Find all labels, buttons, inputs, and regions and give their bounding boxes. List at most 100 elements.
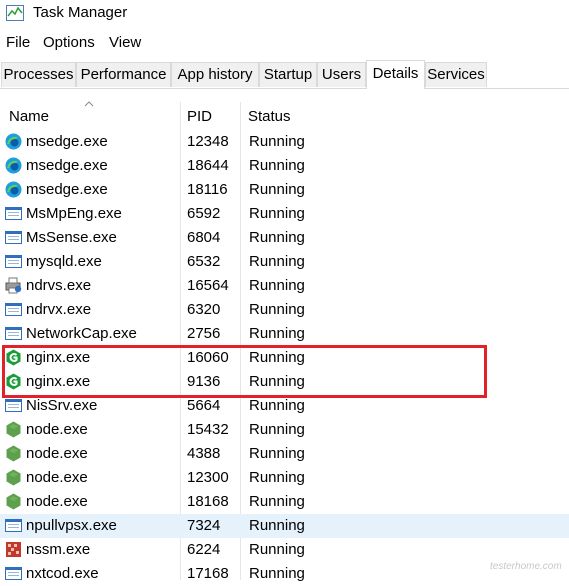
window-icon xyxy=(5,517,22,534)
table-row[interactable]: node.exe 18168 Running xyxy=(0,490,569,514)
process-name: nxtcod.exe xyxy=(26,565,99,582)
menu-view[interactable]: View xyxy=(109,34,141,51)
process-pid: 18644 xyxy=(187,157,229,174)
process-status: Running xyxy=(249,373,305,390)
tab-startup[interactable]: Startup xyxy=(259,62,317,87)
window-icon xyxy=(5,397,22,414)
process-pid: 18168 xyxy=(187,493,229,510)
menu-options[interactable]: Options xyxy=(43,34,95,51)
process-status: Running xyxy=(249,469,305,486)
table-row[interactable]: ndrvx.exe 6320 Running xyxy=(0,298,569,322)
title-bar: Task Manager xyxy=(0,0,569,28)
process-name: node.exe xyxy=(26,421,88,438)
process-status: Running xyxy=(249,133,305,150)
process-name: nssm.exe xyxy=(26,541,91,558)
table-row[interactable]: mysqld.exe 6532 Running xyxy=(0,250,569,274)
process-status: Running xyxy=(249,277,305,294)
process-status: Running xyxy=(249,565,305,582)
tab-bar: Processes Performance App history Startu… xyxy=(0,60,569,89)
process-pid: 6804 xyxy=(187,229,221,246)
process-name: MsSense.exe xyxy=(26,229,117,246)
process-status: Running xyxy=(249,181,305,198)
process-pid: 7324 xyxy=(187,517,221,534)
tab-performance[interactable]: Performance xyxy=(76,62,171,87)
process-name: msedge.exe xyxy=(26,157,108,174)
process-status: Running xyxy=(249,397,305,414)
process-status: Running xyxy=(249,325,305,342)
tab-users[interactable]: Users xyxy=(317,62,366,87)
table-row[interactable]: nginx.exe 16060 Running xyxy=(0,346,569,370)
column-pid[interactable]: PID xyxy=(187,108,212,125)
process-name: node.exe xyxy=(26,469,88,486)
process-name: ndrvs.exe xyxy=(26,277,92,294)
process-name: msedge.exe xyxy=(26,133,108,150)
tab-services[interactable]: Services xyxy=(425,62,487,87)
table-row[interactable]: node.exe 4388 Running xyxy=(0,442,569,466)
tab-app-history[interactable]: App history xyxy=(171,62,259,87)
window-icon xyxy=(5,565,22,582)
table-row[interactable]: NisSrv.exe 5664 Running xyxy=(0,394,569,418)
tab-processes[interactable]: Processes xyxy=(1,62,76,87)
window-icon xyxy=(5,229,22,246)
process-name: node.exe xyxy=(26,445,88,462)
process-pid: 6224 xyxy=(187,541,221,558)
process-status: Running xyxy=(249,229,305,246)
process-name: msedge.exe xyxy=(26,181,108,198)
table-row[interactable]: nxtcod.exe 17168 Running xyxy=(0,562,569,586)
window-icon xyxy=(5,253,22,270)
nginx-icon xyxy=(5,349,22,366)
column-name[interactable]: Name xyxy=(9,108,49,125)
nssm-icon xyxy=(5,541,22,558)
table-row[interactable]: msedge.exe 18116 Running xyxy=(0,178,569,202)
table-row[interactable]: nssm.exe 6224 Running xyxy=(0,538,569,562)
process-pid: 6592 xyxy=(187,205,221,222)
process-pid: 16060 xyxy=(187,349,229,366)
process-name: NetworkCap.exe xyxy=(26,325,137,342)
edge-icon xyxy=(5,133,22,150)
table-row[interactable]: msedge.exe 12348 Running xyxy=(0,130,569,154)
table-row[interactable]: NetworkCap.exe 2756 Running xyxy=(0,322,569,346)
table-row[interactable]: node.exe 15432 Running xyxy=(0,418,569,442)
process-pid: 9136 xyxy=(187,373,221,390)
process-name: MsMpEng.exe xyxy=(26,205,122,222)
edge-icon xyxy=(5,157,22,174)
menu-file[interactable]: File xyxy=(6,34,30,51)
table-row[interactable]: ndrvs.exe 16564 Running xyxy=(0,274,569,298)
column-status[interactable]: Status xyxy=(248,108,291,125)
table-row[interactable]: MsSense.exe 6804 Running xyxy=(0,226,569,250)
edge-icon xyxy=(5,181,22,198)
process-status: Running xyxy=(249,517,305,534)
window-icon xyxy=(5,301,22,318)
menu-bar: File Options View xyxy=(0,32,569,54)
process-status: Running xyxy=(249,445,305,462)
table-row[interactable]: MsMpEng.exe 6592 Running xyxy=(0,202,569,226)
process-status: Running xyxy=(249,541,305,558)
node-icon xyxy=(5,493,22,510)
table-row[interactable]: msedge.exe 18644 Running xyxy=(0,154,569,178)
node-icon xyxy=(5,445,22,462)
process-pid: 16564 xyxy=(187,277,229,294)
process-name: nginx.exe xyxy=(26,349,91,366)
sort-ascending-icon xyxy=(84,101,94,107)
process-status: Running xyxy=(249,301,305,318)
tab-details[interactable]: Details xyxy=(366,60,425,89)
process-name: mysqld.exe xyxy=(26,253,102,270)
table-row[interactable]: node.exe 12300 Running xyxy=(0,466,569,490)
process-pid: 12300 xyxy=(187,469,229,486)
process-pid: 6320 xyxy=(187,301,221,318)
process-status: Running xyxy=(249,421,305,438)
process-name: NisSrv.exe xyxy=(26,397,98,414)
watermark: testerhome.com xyxy=(490,561,562,572)
node-icon xyxy=(5,421,22,438)
window-title: Task Manager xyxy=(33,4,128,21)
table-row[interactable]: npullvpsx.exe 7324 Running xyxy=(0,514,569,538)
process-pid: 18116 xyxy=(187,181,228,198)
process-pid: 12348 xyxy=(187,133,229,150)
table-row[interactable]: nginx.exe 9136 Running xyxy=(0,370,569,394)
process-status: Running xyxy=(249,253,305,270)
process-status: Running xyxy=(249,493,305,510)
process-name: node.exe xyxy=(26,493,88,510)
process-status: Running xyxy=(249,157,305,174)
process-name: nginx.exe xyxy=(26,373,91,390)
process-pid: 4388 xyxy=(187,445,221,462)
